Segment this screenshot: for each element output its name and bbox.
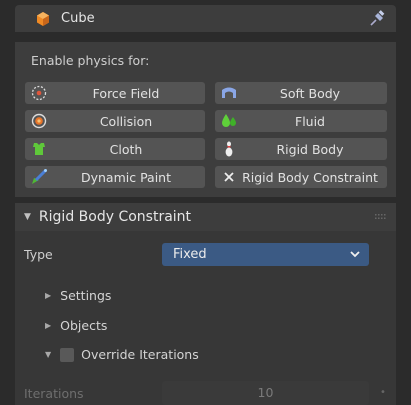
dynamic-paint-label: Dynamic Paint xyxy=(80,169,172,185)
rigid-body-label: Rigid Body xyxy=(276,141,344,157)
override-iterations-subpanel[interactable]: ▼ Override Iterations xyxy=(45,347,199,362)
override-iterations-label: Override Iterations xyxy=(81,347,199,362)
type-dropdown[interactable]: Fixed xyxy=(162,243,369,266)
soft-body-button[interactable]: Soft Body xyxy=(215,82,387,104)
enable-physics-label: Enable physics for: xyxy=(31,53,150,68)
cloth-icon xyxy=(33,143,45,155)
expand-arrow-icon: ▶ xyxy=(45,321,52,330)
soft-body-icon xyxy=(222,87,236,98)
cloth-button[interactable]: Cloth xyxy=(25,138,205,160)
settings-label: Settings xyxy=(60,288,112,303)
fluid-button[interactable]: Fluid xyxy=(215,110,387,132)
section-title: Rigid Body Constraint xyxy=(38,209,192,225)
keyframe-dot-icon[interactable]: • xyxy=(380,387,386,398)
expand-arrow-icon: ▶ xyxy=(45,291,52,300)
iterations-label: Iterations xyxy=(24,386,84,401)
iterations-field[interactable]: 10 xyxy=(162,381,369,405)
pin-icon[interactable] xyxy=(368,10,386,28)
collision-button[interactable]: Collision xyxy=(25,110,205,132)
type-label: Type xyxy=(24,247,53,262)
fluid-label: Fluid xyxy=(295,113,325,129)
chevron-down-icon xyxy=(350,251,360,258)
dynamic-paint-icon xyxy=(32,169,47,184)
collision-label: Collision xyxy=(99,113,153,129)
force-field-icon xyxy=(31,85,47,101)
collision-icon xyxy=(31,113,47,129)
object-header: Cube xyxy=(15,5,396,32)
force-field-button[interactable]: Force Field xyxy=(25,82,205,104)
fluid-icon xyxy=(222,114,236,127)
close-icon xyxy=(224,172,234,182)
type-value: Fixed xyxy=(173,247,207,262)
rigid-body-icon xyxy=(225,141,233,157)
object-name: Cube xyxy=(61,11,95,26)
rigid-body-constraint-button[interactable]: Rigid Body Constraint xyxy=(215,166,387,188)
iterations-value: 10 xyxy=(257,385,274,400)
settings-subpanel[interactable]: ▶ Settings xyxy=(45,288,111,303)
rigid-body-constraint-panel-header[interactable]: ▼ Rigid Body Constraint xyxy=(15,203,396,231)
rigid-body-constraint-label: Rigid Body Constraint xyxy=(242,169,378,185)
object-cube-icon xyxy=(37,11,49,26)
override-iterations-checkbox[interactable] xyxy=(60,347,75,362)
dynamic-paint-button[interactable]: Dynamic Paint xyxy=(25,166,205,188)
objects-label: Objects xyxy=(60,318,108,333)
properties-editor: Cube Enable physics for: Force Field Col… xyxy=(0,0,411,405)
cloth-label: Cloth xyxy=(109,141,143,157)
objects-subpanel[interactable]: ▶ Objects xyxy=(45,318,107,333)
force-field-label: Force Field xyxy=(92,85,160,101)
drag-handle-icon[interactable] xyxy=(375,214,387,220)
collapse-arrow-icon: ▼ xyxy=(45,350,52,359)
collapse-arrow-icon: ▼ xyxy=(24,212,31,222)
rigid-body-button[interactable]: Rigid Body xyxy=(215,138,387,160)
soft-body-label: Soft Body xyxy=(279,85,341,101)
